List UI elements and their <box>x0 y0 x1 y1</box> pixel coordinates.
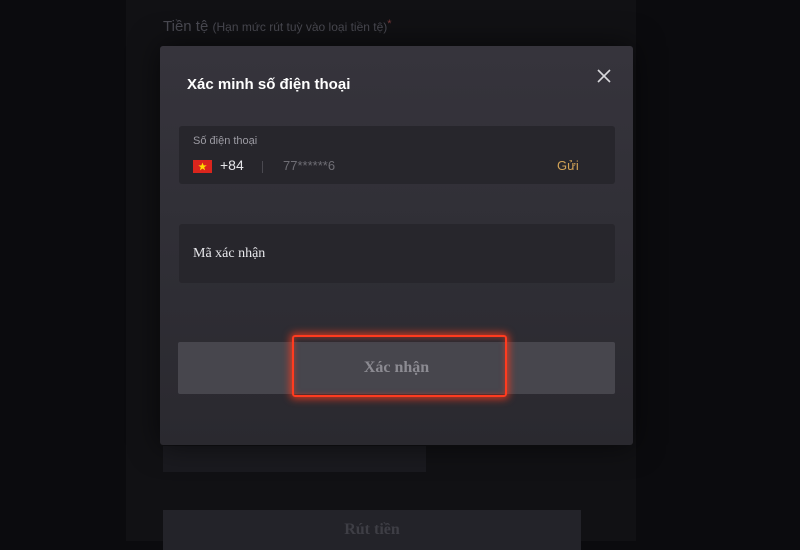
withdraw-button: Rút tiền <box>163 510 581 550</box>
divider <box>262 161 263 173</box>
currency-hint: (Hạn mức rút tuỳ vào loại tiền tệ) <box>212 20 388 34</box>
modal-title: Xác minh số điện thoại <box>187 76 351 93</box>
close-icon[interactable] <box>594 66 614 86</box>
vietnam-flag-icon[interactable] <box>193 160 212 173</box>
phone-number-value: 77******6 <box>283 158 336 173</box>
verification-code-input[interactable] <box>193 224 593 283</box>
phone-label: Số điện thoại <box>193 135 258 147</box>
send-code-button[interactable]: Gửi <box>557 158 579 173</box>
verification-code-field <box>179 224 615 283</box>
confirm-button[interactable]: Xác nhận <box>178 342 615 394</box>
required-mark: * <box>387 18 392 30</box>
country-code-selector[interactable]: +84 <box>220 157 244 173</box>
phone-verification-modal: Xác minh số điện thoại Số điện thoại +84… <box>160 46 633 445</box>
phone-field: Số điện thoại +84 77******6 Gửi <box>179 126 615 184</box>
currency-label-text: Tiền tệ <box>163 18 209 35</box>
currency-label: Tiền tệ (Hạn mức rút tuỳ vào loại tiền t… <box>163 18 392 35</box>
background-field <box>163 446 426 472</box>
